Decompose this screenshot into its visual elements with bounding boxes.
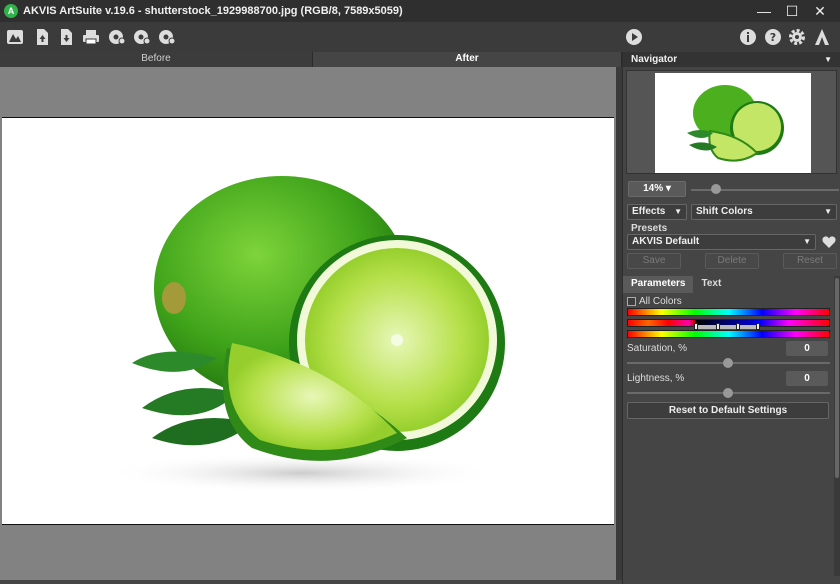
saturation-slider-thumb[interactable] bbox=[723, 358, 733, 368]
panel-scrollbar[interactable] bbox=[834, 276, 840, 576]
open-icon[interactable] bbox=[32, 27, 52, 47]
hue-marker-2[interactable] bbox=[716, 323, 720, 330]
save-preset-button[interactable]: Save bbox=[627, 253, 681, 269]
tab-parameters[interactable]: Parameters bbox=[623, 276, 694, 293]
reset-defaults-button[interactable]: Reset to Default Settings bbox=[627, 402, 829, 419]
lightness-value[interactable]: 0 bbox=[786, 371, 828, 386]
hue-marker-1[interactable] bbox=[694, 323, 698, 330]
result-hue-strip bbox=[627, 330, 830, 338]
hue-range-selection[interactable] bbox=[697, 325, 757, 329]
favorite-heart-icon[interactable] bbox=[821, 234, 837, 250]
title-bar: A AKVIS ArtSuite v.19.6 - shutterstock_1… bbox=[0, 0, 840, 22]
settings-icon[interactable] bbox=[787, 27, 807, 47]
lime-photo bbox=[2, 117, 614, 525]
view-tabs: Before After bbox=[0, 52, 622, 67]
help-icon[interactable]: ? bbox=[763, 27, 783, 47]
home-icon[interactable] bbox=[5, 27, 25, 47]
param-tabs: Parameters Text bbox=[623, 276, 833, 293]
print-icon[interactable] bbox=[81, 27, 101, 47]
lightness-slider-thumb[interactable] bbox=[723, 388, 733, 398]
all-colors-checkbox[interactable] bbox=[627, 297, 636, 306]
app-logo-icon: A bbox=[4, 4, 18, 18]
collapse-arrow-icon[interactable]: ▼ bbox=[824, 52, 832, 67]
saturation-label: Saturation, % bbox=[627, 343, 688, 354]
zoom-slider-thumb[interactable] bbox=[711, 184, 721, 194]
zoom-row: 14% ▾ bbox=[623, 179, 840, 201]
info-icon[interactable] bbox=[738, 27, 758, 47]
toolbar: ? bbox=[0, 22, 840, 52]
image-canvas[interactable] bbox=[0, 67, 616, 580]
presets-dropdown[interactable]: AKVIS Default ▼ bbox=[627, 234, 816, 250]
tab-text[interactable]: Text bbox=[693, 276, 729, 293]
close-button[interactable]: ✕ bbox=[806, 0, 834, 22]
import-settings-icon[interactable] bbox=[107, 27, 127, 47]
hue-marker-4[interactable] bbox=[756, 323, 760, 330]
effect-dropdown[interactable]: Shift Colors ▼ bbox=[691, 204, 837, 220]
presets-label: Presets bbox=[631, 223, 668, 234]
settings-panel: Navigator ▼ 14% ▾ Effects ▼ Shift Colors ▼… bbox=[622, 52, 840, 584]
plugin-settings-icon[interactable] bbox=[157, 27, 177, 47]
navigator-title: Navigator bbox=[631, 54, 678, 65]
zoom-dropdown[interactable]: 14% ▾ bbox=[628, 181, 686, 197]
all-colors-label: All Colors bbox=[639, 296, 682, 307]
export-settings-icon[interactable] bbox=[132, 27, 152, 47]
delete-preset-button[interactable]: Delete bbox=[705, 253, 759, 269]
akvis-logo-icon[interactable] bbox=[812, 27, 832, 47]
caret-down-icon: ▼ bbox=[674, 207, 682, 216]
tab-before[interactable]: Before bbox=[0, 52, 313, 67]
save-icon[interactable] bbox=[56, 27, 76, 47]
maximize-button[interactable]: ☐ bbox=[778, 0, 806, 22]
source-hue-strip bbox=[627, 308, 830, 316]
svg-text:?: ? bbox=[770, 31, 776, 44]
category-dropdown[interactable]: Effects ▼ bbox=[627, 204, 687, 220]
navigator-header[interactable]: Navigator ▼ bbox=[623, 52, 840, 67]
caret-down-icon: ▼ bbox=[824, 207, 832, 216]
reset-preset-button[interactable]: Reset bbox=[783, 253, 837, 269]
lightness-label: Lightness, % bbox=[627, 373, 685, 384]
minimize-button[interactable]: — bbox=[750, 0, 778, 22]
window-title: AKVIS ArtSuite v.19.6 - shutterstock_192… bbox=[23, 5, 403, 17]
run-icon[interactable] bbox=[624, 27, 644, 47]
hue-marker-3[interactable] bbox=[736, 323, 740, 330]
caret-down-icon: ▼ bbox=[803, 237, 811, 246]
tab-after[interactable]: After bbox=[313, 52, 622, 67]
navigator-preview[interactable] bbox=[626, 70, 837, 174]
saturation-value[interactable]: 0 bbox=[786, 341, 828, 356]
navigator-thumbnail bbox=[655, 73, 811, 173]
